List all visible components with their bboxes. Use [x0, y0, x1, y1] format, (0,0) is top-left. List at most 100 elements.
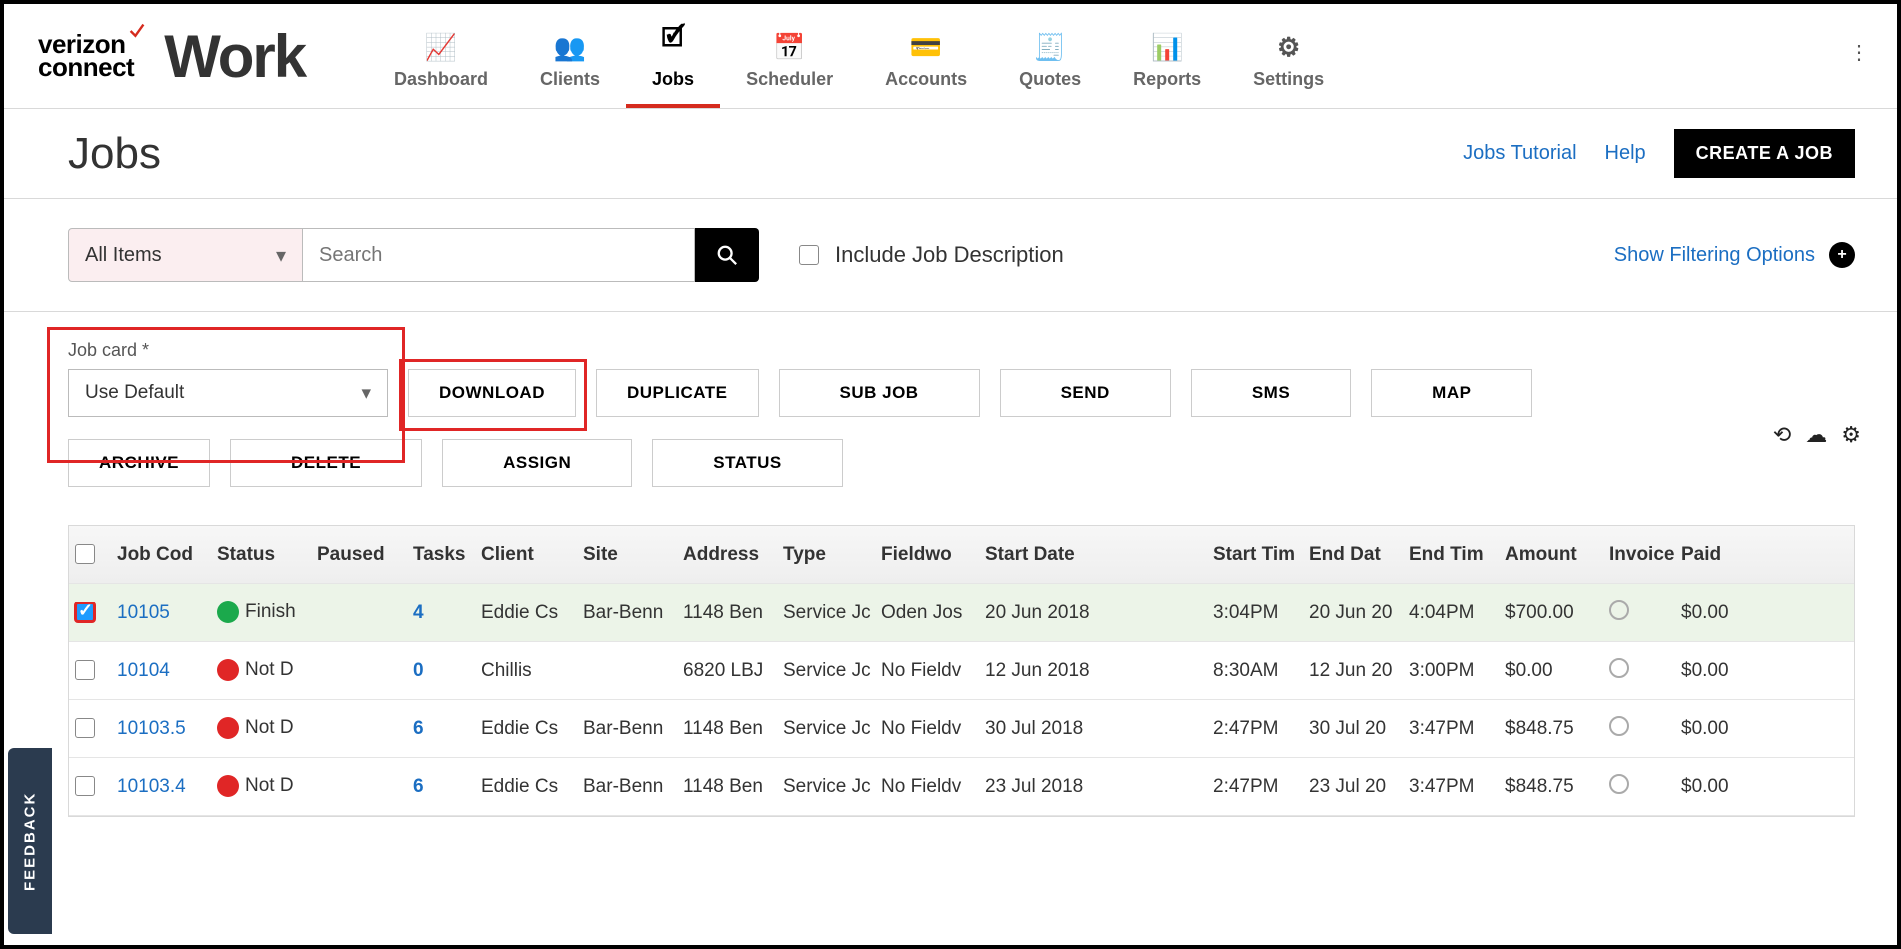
tasks-link[interactable]: 4 [407, 602, 475, 624]
nav-tab-dashboard[interactable]: 📈Dashboard [368, 4, 514, 108]
job-card-select[interactable]: Use Default ▾ [68, 369, 388, 417]
nav-icon: 🗹 [661, 19, 684, 63]
tasks-link[interactable]: 0 [407, 660, 475, 682]
site-cell: Bar-Benn [577, 602, 677, 624]
delete-button[interactable]: DELETE [230, 439, 422, 487]
paid-cell: $0.00 [1675, 776, 1741, 798]
row-checkbox[interactable] [75, 660, 95, 680]
nav-label: Reports [1133, 69, 1201, 90]
client-cell: Eddie Cs [475, 776, 577, 798]
col-header[interactable]: Address [677, 544, 777, 566]
col-header[interactable]: Type [777, 544, 875, 566]
nav-icon: 🧾 [1034, 32, 1066, 63]
tasks-link[interactable]: 6 [407, 718, 475, 740]
add-filter-icon[interactable]: + [1829, 242, 1855, 268]
end-time-cell: 3:47PM [1403, 776, 1499, 798]
nav-tab-accounts[interactable]: 💳Accounts [859, 4, 993, 108]
amount-cell: $700.00 [1499, 602, 1603, 624]
row-checkbox[interactable] [75, 776, 95, 796]
more-menu-icon[interactable]: ⋮ [1849, 40, 1869, 65]
start-date-cell: 12 Jun 2018 [979, 660, 1207, 682]
paid-cell: $0.00 [1675, 660, 1741, 682]
nav-tab-jobs[interactable]: 🗹Jobs [626, 4, 720, 108]
job-code-link[interactable]: 10104 [111, 660, 211, 682]
jobs-tutorial-link[interactable]: Jobs Tutorial [1463, 142, 1576, 165]
fieldworker-cell: Oden Jos [875, 602, 979, 624]
nav-tab-quotes[interactable]: 🧾Quotes [993, 4, 1107, 108]
client-cell: Eddie Cs [475, 602, 577, 624]
end-time-cell: 3:00PM [1403, 660, 1499, 682]
job-code-link[interactable]: 10103.4 [111, 776, 211, 798]
nav-tab-clients[interactable]: 👥Clients [514, 4, 626, 108]
paid-cell: $0.00 [1675, 718, 1741, 740]
archive-button[interactable]: ARCHIVE [68, 439, 210, 487]
sms-button[interactable]: SMS [1191, 369, 1351, 417]
nav-tab-settings[interactable]: ⚙Settings [1227, 4, 1350, 108]
fieldworker-cell: No Fieldv [875, 718, 979, 740]
cloud-icon[interactable]: ☁ [1805, 422, 1827, 448]
table-row[interactable]: 10103.4Not D6Eddie CsBar-Benn1148 BenSer… [69, 758, 1854, 816]
help-link[interactable]: Help [1605, 142, 1646, 165]
col-header[interactable]: Amount [1499, 544, 1603, 566]
duplicate-button[interactable]: DUPLICATE [596, 369, 759, 417]
map-button[interactable]: MAP [1371, 369, 1532, 417]
col-header[interactable]: Invoiced [1603, 544, 1675, 566]
search-button[interactable] [695, 228, 759, 282]
client-cell: Eddie Cs [475, 718, 577, 740]
col-header[interactable]: Start Date [979, 544, 1207, 566]
settings-gear-icon[interactable]: ⚙ [1841, 422, 1861, 448]
col-header[interactable]: End Tim [1403, 544, 1499, 566]
feedback-tab[interactable]: FEEDBACK [8, 748, 52, 934]
table-row[interactable]: 10103.5Not D6Eddie CsBar-Benn1148 BenSer… [69, 700, 1854, 758]
assign-button[interactable]: ASSIGN [442, 439, 632, 487]
status-button[interactable]: STATUS [652, 439, 842, 487]
nav-tab-reports[interactable]: 📊Reports [1107, 4, 1227, 108]
row-checkbox[interactable] [75, 602, 95, 622]
col-header[interactable]: Fieldwo [875, 544, 979, 566]
site-cell: Bar-Benn [577, 718, 677, 740]
invoiced-radio[interactable] [1609, 658, 1629, 678]
tasks-link[interactable]: 6 [407, 776, 475, 798]
table-row[interactable]: 10104Not D0Chillis6820 LBJService JcNo F… [69, 642, 1854, 700]
col-header[interactable]: Site [577, 544, 677, 566]
nav-tab-scheduler[interactable]: 📅Scheduler [720, 4, 859, 108]
col-header[interactable]: Tasks [407, 544, 475, 566]
invoiced-radio[interactable] [1609, 600, 1629, 620]
invoiced-radio[interactable] [1609, 716, 1629, 736]
col-header[interactable]: Job Cod [111, 544, 211, 566]
include-checkbox[interactable] [799, 245, 819, 265]
send-button[interactable]: SEND [1000, 369, 1171, 417]
col-header[interactable]: End Dat [1303, 544, 1403, 566]
download-button[interactable]: DOWNLOAD [408, 369, 576, 417]
search-input[interactable] [303, 228, 695, 282]
include-job-desc[interactable]: Include Job Description [799, 242, 1064, 268]
items-filter-dropdown[interactable]: All Items ▾ [68, 228, 303, 282]
filter-bar: All Items ▾ Include Job Description Show… [4, 199, 1897, 312]
end-time-cell: 4:04PM [1403, 602, 1499, 624]
include-label: Include Job Description [835, 242, 1064, 268]
col-header[interactable] [69, 544, 111, 566]
refresh-icon[interactable]: ⟲ [1773, 422, 1791, 448]
sub-job-button[interactable]: SUB JOB [779, 369, 980, 417]
table-shortcuts: ⟲ ☁ ⚙ [1773, 422, 1861, 448]
job-code-link[interactable]: 10103.5 [111, 718, 211, 740]
col-header[interactable]: Paused [311, 544, 407, 566]
select-all-checkbox[interactable] [75, 544, 95, 564]
status-badge-icon [217, 775, 239, 797]
row-checkbox[interactable] [75, 718, 95, 738]
invoiced-radio[interactable] [1609, 774, 1629, 794]
col-header[interactable]: Start Tim [1207, 544, 1303, 566]
col-header[interactable]: Status [211, 544, 311, 566]
col-header[interactable]: Paid [1675, 544, 1741, 566]
invoiced-cell [1603, 716, 1675, 742]
col-header[interactable]: Client [475, 544, 577, 566]
end-date-cell: 20 Jun 20 [1303, 602, 1403, 624]
job-card-value: Use Default [85, 382, 184, 404]
create-job-button[interactable]: CREATE A JOB [1674, 129, 1855, 178]
job-code-link[interactable]: 10105 [111, 602, 211, 624]
nav-label: Scheduler [746, 69, 833, 90]
caret-down-icon: ▾ [361, 382, 371, 405]
show-filtering-link[interactable]: Show Filtering Options [1614, 244, 1815, 267]
table-row[interactable]: 10105Finish4Eddie CsBar-Benn1148 BenServ… [69, 584, 1854, 642]
nav-icon: 📈 [425, 32, 457, 63]
